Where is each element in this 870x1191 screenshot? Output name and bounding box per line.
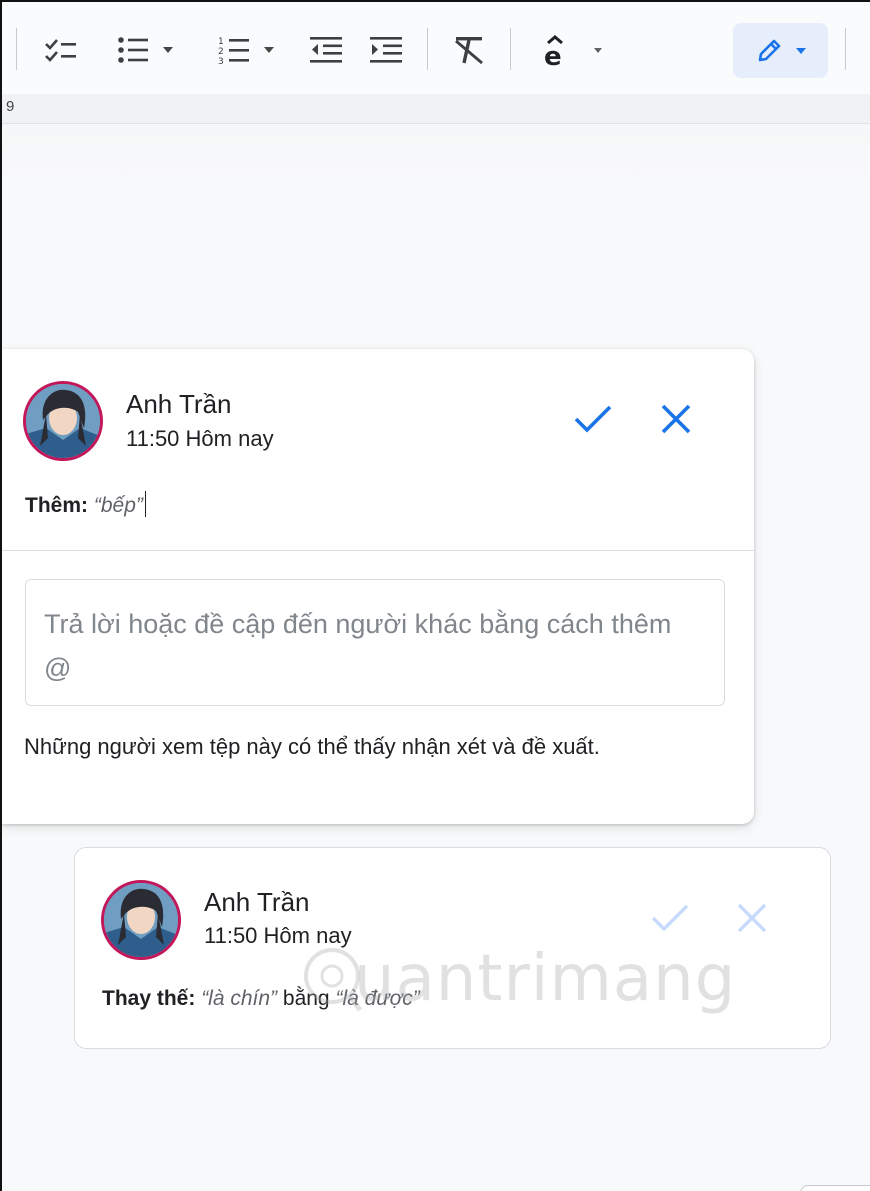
suggestion-card[interactable]: Anh Trần 11:50 Hôm nay Thay thế: “là chí… xyxy=(74,847,831,1049)
chevron-down-icon xyxy=(163,47,173,53)
visibility-notice: Những người xem tệp này có thể thấy nhận… xyxy=(24,734,600,759)
comment-timestamp: 11:50 Hôm nay xyxy=(126,426,274,451)
chevron-down-icon xyxy=(795,47,806,54)
checklist-icon xyxy=(45,39,76,62)
suggestion-text: Thêm: “bếp” xyxy=(25,491,146,518)
toolbar-separator xyxy=(16,28,17,70)
toolbar-separator xyxy=(845,28,846,70)
check-icon xyxy=(574,405,612,433)
input-tools-icon: e xyxy=(544,35,563,67)
suggestion-action-label: Thêm: xyxy=(25,494,88,517)
decrease-indent-icon xyxy=(310,37,342,63)
close-icon xyxy=(661,404,691,434)
suggesting-mode-button[interactable] xyxy=(733,23,828,78)
ruler[interactable]: 9 xyxy=(2,94,870,124)
increase-indent-icon xyxy=(370,37,402,63)
accept-suggestion-button[interactable] xyxy=(647,895,693,941)
comment-author: Anh Trần xyxy=(204,887,310,917)
suggestion-action-label: Thay thế: xyxy=(102,987,196,1010)
explore-tab[interactable] xyxy=(800,1185,870,1191)
svg-text:3: 3 xyxy=(218,57,224,65)
numbered-list-button[interactable]: 1 2 3 xyxy=(206,24,286,76)
bulleted-list-button[interactable] xyxy=(106,24,184,76)
input-tools-button[interactable]: e xyxy=(532,24,612,76)
close-icon xyxy=(737,903,767,933)
reject-suggestion-button[interactable] xyxy=(653,396,699,442)
clear-formatting-button[interactable] xyxy=(446,24,492,76)
reject-suggestion-button[interactable] xyxy=(729,895,775,941)
toolbar-separator xyxy=(510,28,511,70)
suggestion-new-text: “là được” xyxy=(335,987,420,1010)
increase-indent-button[interactable] xyxy=(364,24,408,76)
suggestion-old-text: “là chín” xyxy=(201,987,278,1010)
svg-text:e: e xyxy=(544,42,562,67)
comment-author: Anh Trần xyxy=(126,389,232,419)
clear-formatting-icon xyxy=(455,37,483,65)
decrease-indent-button[interactable] xyxy=(304,24,348,76)
docs-window: 1 2 3 e 9 Anh Trần 11:50 Hôm nay Thêm: “… xyxy=(0,0,870,1191)
avatar xyxy=(23,381,103,461)
reply-input[interactable]: Trả lời hoặc đề cập đến người khác bằng … xyxy=(25,579,725,706)
text-cursor xyxy=(144,491,146,517)
toolbar-separator xyxy=(427,28,428,70)
comment-timestamp: 11:50 Hôm nay xyxy=(204,923,352,948)
svg-text:1: 1 xyxy=(218,37,224,47)
checklist-button[interactable] xyxy=(38,24,84,76)
suggestion-text: Thay thế: “là chín” bằng “là được” xyxy=(102,987,420,1011)
avatar xyxy=(101,880,181,960)
card-divider xyxy=(2,550,754,551)
suggestion-connector: bằng xyxy=(282,987,330,1010)
check-icon xyxy=(651,904,689,932)
ruler-mark: 9 xyxy=(6,98,15,115)
numbered-list-icon: 1 2 3 xyxy=(218,37,249,65)
chevron-down-icon xyxy=(594,47,602,53)
bulleted-list-icon xyxy=(118,37,148,63)
suggestion-quoted-text: “bếp” xyxy=(93,494,143,517)
accept-suggestion-button[interactable] xyxy=(570,396,616,442)
svg-text:2: 2 xyxy=(218,47,224,57)
chevron-down-icon xyxy=(264,47,274,53)
toolbar: 1 2 3 e xyxy=(2,2,870,94)
pencil-icon xyxy=(758,39,780,61)
suggestion-card-active[interactable]: Anh Trần 11:50 Hôm nay Thêm: “bếp” Trả l… xyxy=(2,349,754,824)
